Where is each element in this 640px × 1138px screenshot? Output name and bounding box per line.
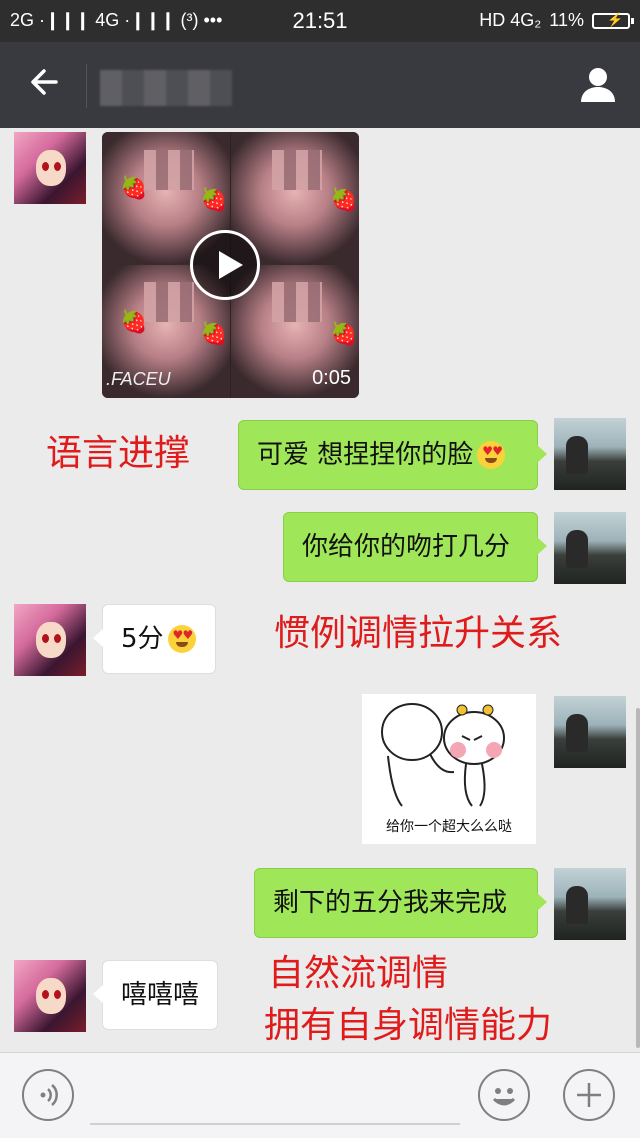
status-right: HD 4G₂ 11% ⚡ — [479, 10, 634, 31]
chat-scrollbar[interactable] — [636, 708, 640, 1048]
back-arrow-icon[interactable] — [26, 62, 66, 102]
status-bar: 2G ·❙❙❙ 4G ·❙❙❙ (³) ••• 21:51 HD 4G₂ 11%… — [0, 0, 640, 42]
avatar[interactable] — [554, 512, 626, 584]
plus-icon[interactable] — [563, 1069, 615, 1121]
annotation-1: 语言进撑 — [46, 433, 191, 474]
avatar[interactable] — [14, 604, 86, 676]
battery-icon: ⚡ — [592, 12, 634, 29]
video-duration: 0:05 — [312, 367, 351, 389]
avatar[interactable] — [554, 696, 626, 768]
emoji-icon[interactable] — [478, 1069, 530, 1121]
message-text: 剩下的五分我来完成 — [273, 888, 508, 918]
message-bubble-sent[interactable]: 你给你的吻打几分 — [283, 512, 547, 582]
avatar[interactable] — [14, 960, 86, 1032]
message-bubble-sent[interactable]: 可爱 想捏捏你的脸 — [238, 420, 547, 490]
kissing-sticker-icon — [381, 703, 505, 807]
voice-icon[interactable] — [22, 1069, 74, 1121]
avatar[interactable] — [14, 132, 86, 204]
network-label: HD 4G₂ — [479, 10, 542, 30]
play-icon[interactable] — [190, 230, 260, 300]
contact-name-blurred — [100, 70, 232, 106]
battery-percent: 11% — [549, 10, 584, 30]
header-divider — [86, 64, 87, 108]
video-watermark: .FACEU — [106, 369, 171, 389]
sticker-message[interactable]: 给你一个超大么么哒 — [362, 694, 536, 844]
message-text: 5分 — [121, 624, 164, 654]
message-bubble-received[interactable]: 5分 — [93, 604, 216, 674]
chat-area[interactable]: 🍓 🍓 🍓 🍓 🍓 🍓 .FACEU 0:05 语言进撑 可爱 想捏捏你的脸 你… — [0, 128, 640, 1052]
message-input[interactable] — [90, 1123, 460, 1125]
input-bar — [0, 1052, 640, 1138]
heart-eyes-emoji-icon — [477, 441, 506, 469]
message-text: 嘻嘻嘻 — [121, 980, 200, 1010]
sticker-caption: 给你一个超大么么哒 — [386, 819, 512, 835]
message-text: 你给你的吻打几分 — [302, 532, 511, 562]
annotation-3: 自然流调情 — [268, 953, 449, 994]
avatar[interactable] — [554, 868, 626, 940]
message-bubble-received[interactable]: 嘻嘻嘻 — [93, 960, 218, 1030]
profile-icon[interactable] — [578, 64, 618, 104]
video-message[interactable]: 🍓 🍓 🍓 🍓 🍓 🍓 .FACEU 0:05 — [102, 132, 359, 398]
annotation-2: 惯例调情拉升关系 — [274, 613, 563, 654]
annotation-4: 拥有自身调情能力 — [264, 1005, 553, 1046]
message-bubble-sent[interactable]: 剩下的五分我来完成 — [254, 868, 547, 938]
message-text: 可爱 想捏捏你的脸 — [257, 440, 474, 470]
avatar[interactable] — [554, 418, 626, 490]
heart-eyes-emoji-icon — [167, 625, 196, 653]
chat-header — [0, 42, 640, 128]
